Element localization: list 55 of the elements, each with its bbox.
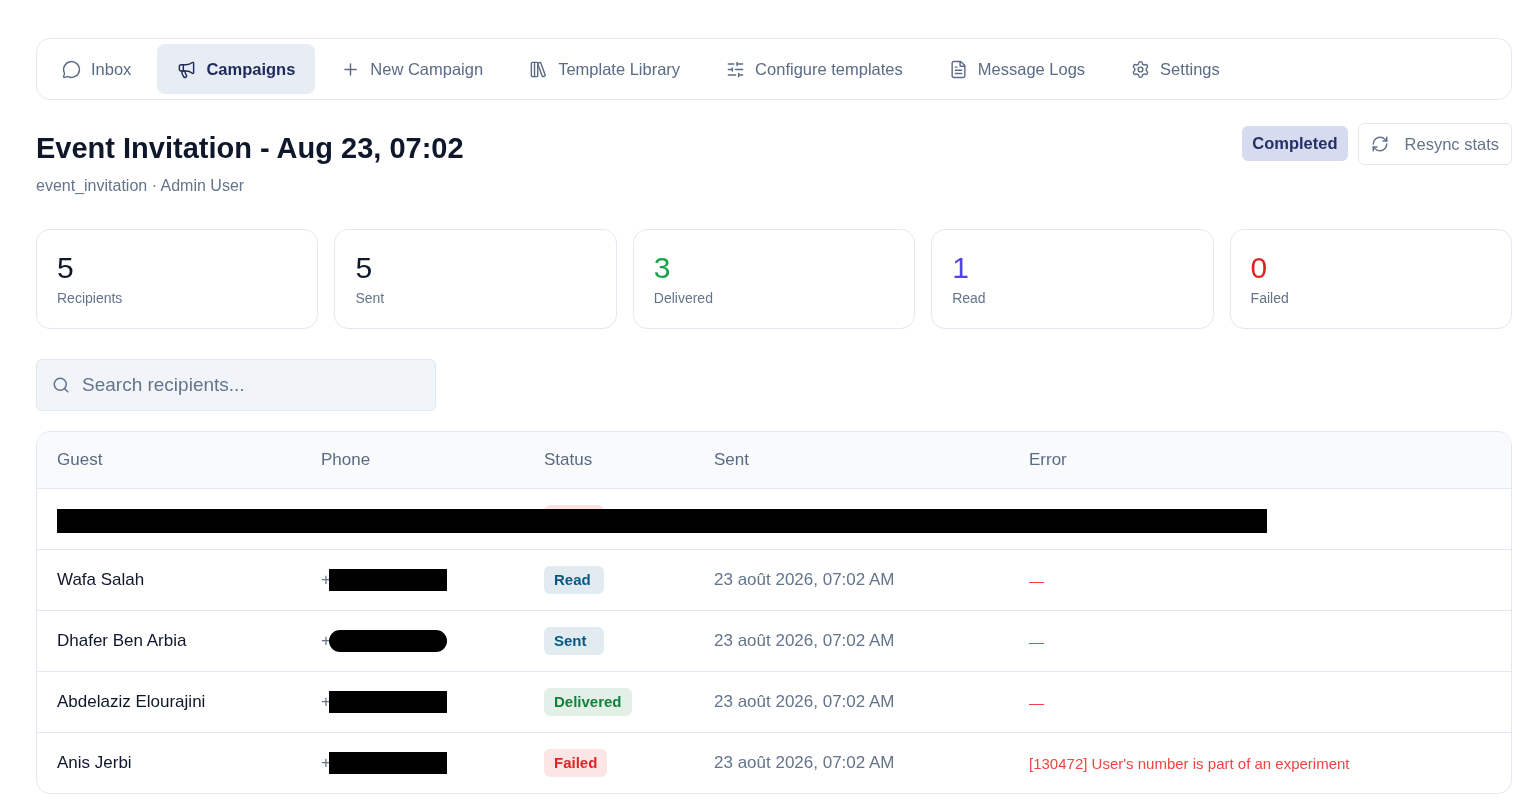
chat-bubble-icon bbox=[62, 59, 81, 79]
nav-tab[interactable]: Settings bbox=[1111, 44, 1240, 94]
table-cell: + bbox=[321, 753, 331, 773]
column-header: Sent bbox=[714, 450, 750, 470]
stat-value: 3 bbox=[653, 252, 672, 284]
document-icon bbox=[948, 59, 968, 79]
table-cell: 23 août 2026, 07:02 AM bbox=[714, 753, 895, 773]
nav-tab[interactable]: Message Logs bbox=[928, 44, 1106, 94]
table-cell: — bbox=[1029, 571, 1044, 589]
table-cell: 23 août 2026, 07:02 AM bbox=[714, 692, 895, 712]
stat-label: Recipients bbox=[57, 290, 124, 306]
stat-label: Sent bbox=[355, 290, 386, 306]
stat-label: Failed bbox=[1250, 290, 1290, 306]
status-badge: Delivered bbox=[544, 688, 632, 716]
table-cell: [130472] User's number is part of an experiment bbox=[1029, 754, 1350, 772]
page-subtitle: event_invitation · Admin User bbox=[36, 177, 246, 195]
stat-label: Read bbox=[952, 290, 987, 306]
table-cell: Abdelaziz Elourajini bbox=[57, 692, 206, 712]
table-cell: Anis Jerbi bbox=[57, 753, 132, 773]
table-cell: Dhafer Ben Arbia bbox=[57, 631, 187, 651]
column-header: Status bbox=[544, 450, 594, 470]
table-cell: Wafa Salah bbox=[57, 570, 145, 590]
table-cell: + bbox=[321, 631, 331, 651]
table-cell: + bbox=[321, 570, 331, 590]
table-cell: 23 août 2026, 07:02 AM bbox=[714, 570, 895, 590]
table-cell: + bbox=[321, 692, 331, 712]
table-cell: 23 août 2026, 07:02 AM bbox=[714, 631, 895, 651]
stat-value: 1 bbox=[952, 252, 970, 284]
column-header: Error bbox=[1029, 450, 1068, 470]
sliders-icon bbox=[726, 59, 746, 79]
stat-label: Delivered bbox=[653, 290, 714, 306]
search-field[interactable]: Search recipients... bbox=[36, 359, 436, 411]
stat-value: 5 bbox=[355, 252, 374, 284]
status-badge: Read bbox=[544, 566, 604, 594]
refresh-icon bbox=[1370, 135, 1389, 153]
status-badge: Completed bbox=[1242, 126, 1348, 161]
settings-icon bbox=[1131, 59, 1151, 79]
column-header: Phone bbox=[321, 450, 372, 470]
stat-value: 0 bbox=[1250, 252, 1269, 284]
megaphone-icon bbox=[177, 59, 197, 79]
table-cell: — bbox=[1029, 632, 1044, 650]
library-icon bbox=[529, 59, 549, 79]
nav-tab[interactable]: Template Library bbox=[509, 44, 701, 94]
nav-tab[interactable]: Campaigns bbox=[157, 44, 316, 94]
resync-button[interactable]: Resync stats bbox=[1357, 123, 1512, 165]
column-header: Guest bbox=[57, 450, 104, 470]
nav-tab[interactable]: New Campaign bbox=[321, 44, 504, 94]
nav-tab[interactable]: Inbox bbox=[42, 44, 152, 94]
page-title: Event Invitation - Aug 23, 07:02 bbox=[36, 132, 464, 165]
search-icon bbox=[52, 376, 70, 394]
nav-tab[interactable]: Configure templates bbox=[706, 44, 923, 94]
status-badge: Failed bbox=[544, 749, 608, 777]
stat-value: 5 bbox=[57, 252, 75, 284]
table-cell: — bbox=[1029, 693, 1044, 711]
status-badge: Sent bbox=[544, 627, 604, 655]
